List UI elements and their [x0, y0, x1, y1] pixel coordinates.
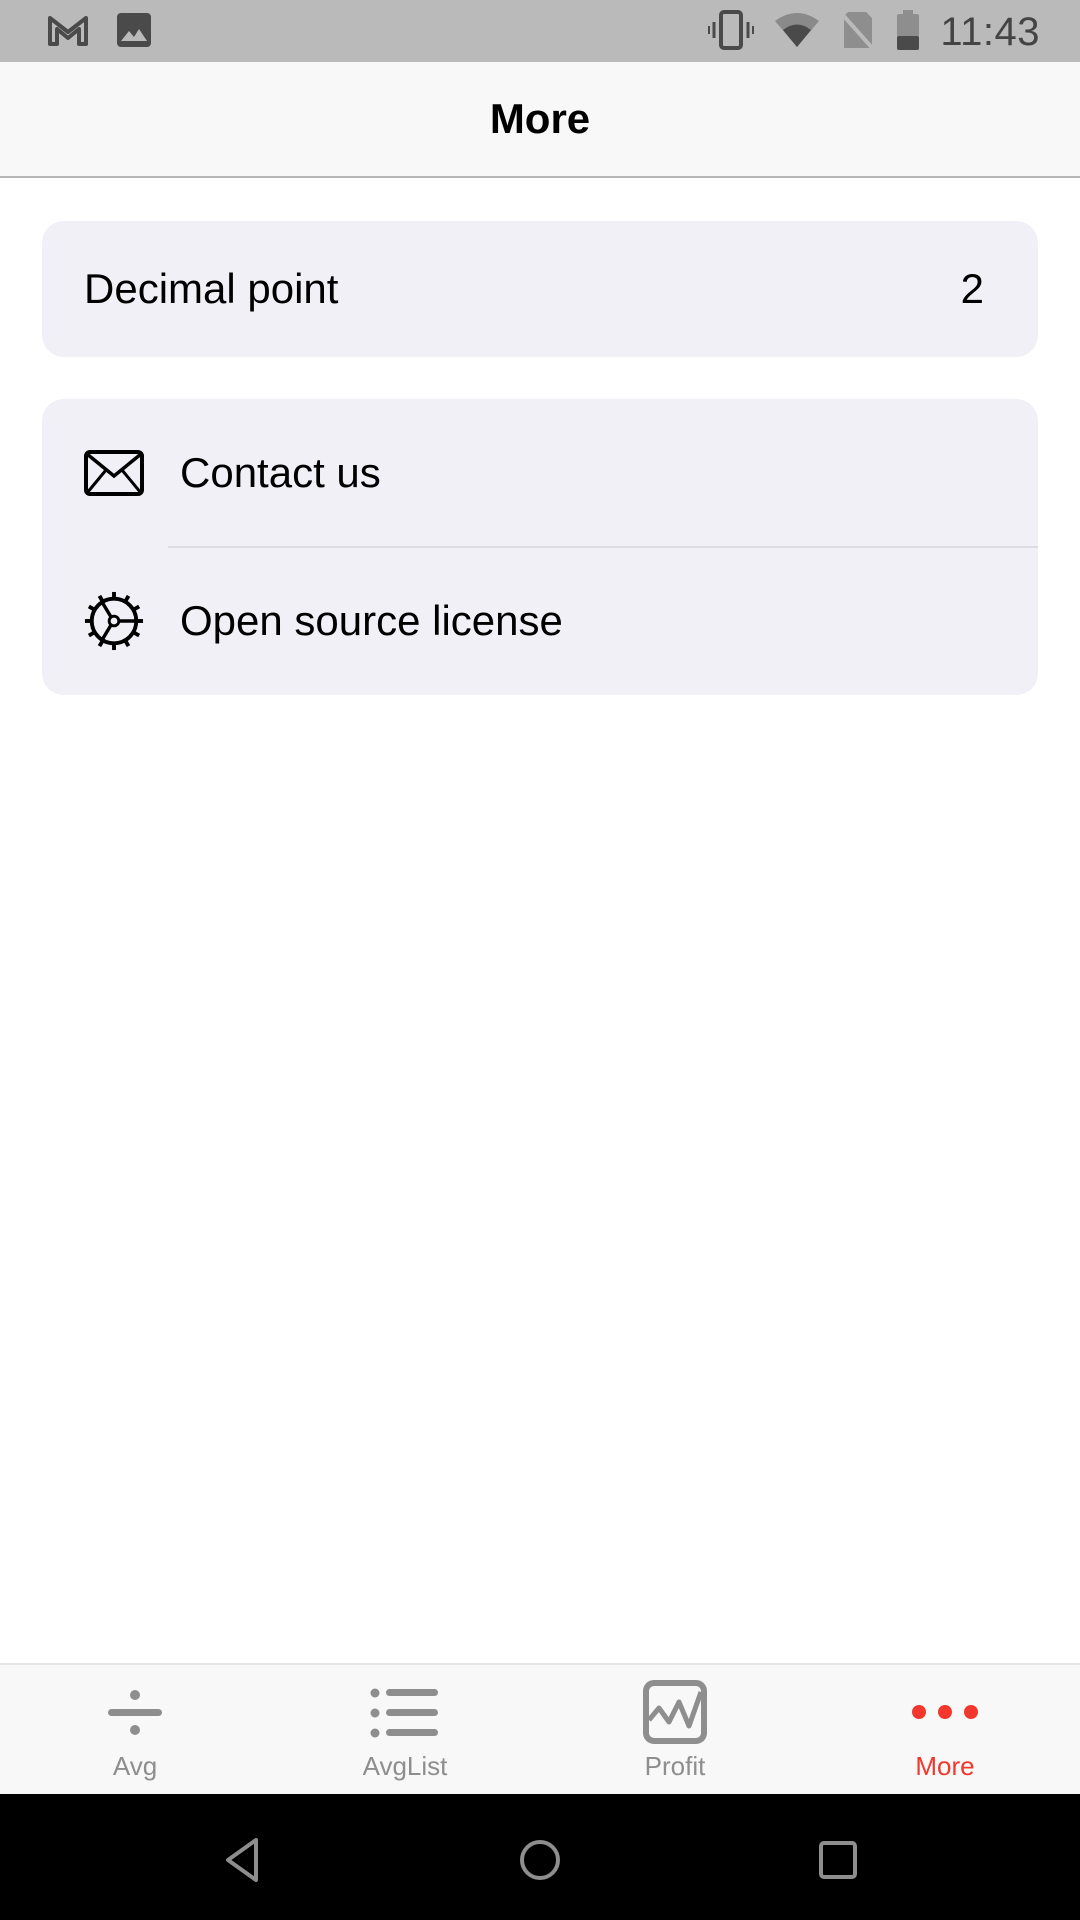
recents-icon[interactable] [808, 1830, 868, 1890]
battery-icon [896, 10, 920, 55]
tab-more[interactable]: More [810, 1665, 1080, 1794]
decimal-point-label: Decimal point [84, 265, 339, 312]
home-icon[interactable] [510, 1830, 570, 1890]
image-icon [116, 12, 152, 53]
status-time: 11:43 [940, 10, 1040, 54]
back-icon[interactable] [212, 1830, 272, 1890]
tab-avg-label: Avg [112, 1751, 158, 1781]
gear-icon [84, 591, 144, 651]
tab-avglist-label: AvgList [362, 1751, 448, 1781]
wifi-icon [774, 11, 820, 54]
tab-avg[interactable]: Avg [0, 1665, 270, 1794]
links-card: Contact us Open source license [42, 399, 1038, 695]
contact-us-label: Contact us [180, 449, 381, 496]
open-source-license-item[interactable]: Open source license [42, 547, 1038, 695]
bottom-tab-bar: Avg AvgList Profit More [0, 1663, 1080, 1794]
decimal-point-value: 2 [960, 265, 984, 312]
no-sim-icon [840, 10, 876, 55]
system-navigation-bar [0, 1794, 1080, 1920]
page-title: More [489, 95, 591, 142]
list-icon [365, 1679, 445, 1745]
app-header: More [0, 62, 1080, 178]
tab-more-label: More [915, 1751, 975, 1781]
gmail-icon [46, 12, 90, 53]
chart-icon [635, 1679, 715, 1745]
tab-profit[interactable]: Profit [540, 1665, 810, 1794]
tab-profit-label: Profit [644, 1751, 706, 1781]
status-bar: 11:43 [0, 0, 1080, 62]
contact-us-item[interactable]: Contact us [42, 399, 1038, 547]
vibrate-icon [708, 10, 755, 55]
more-dots-icon [905, 1679, 985, 1745]
decimal-point-setting[interactable]: Decimal point 2 [42, 221, 1038, 357]
tab-avglist[interactable]: AvgList [270, 1665, 540, 1794]
open-source-license-label: Open source license [180, 597, 563, 644]
envelope-icon [84, 443, 144, 503]
divide-icon [95, 1679, 175, 1745]
